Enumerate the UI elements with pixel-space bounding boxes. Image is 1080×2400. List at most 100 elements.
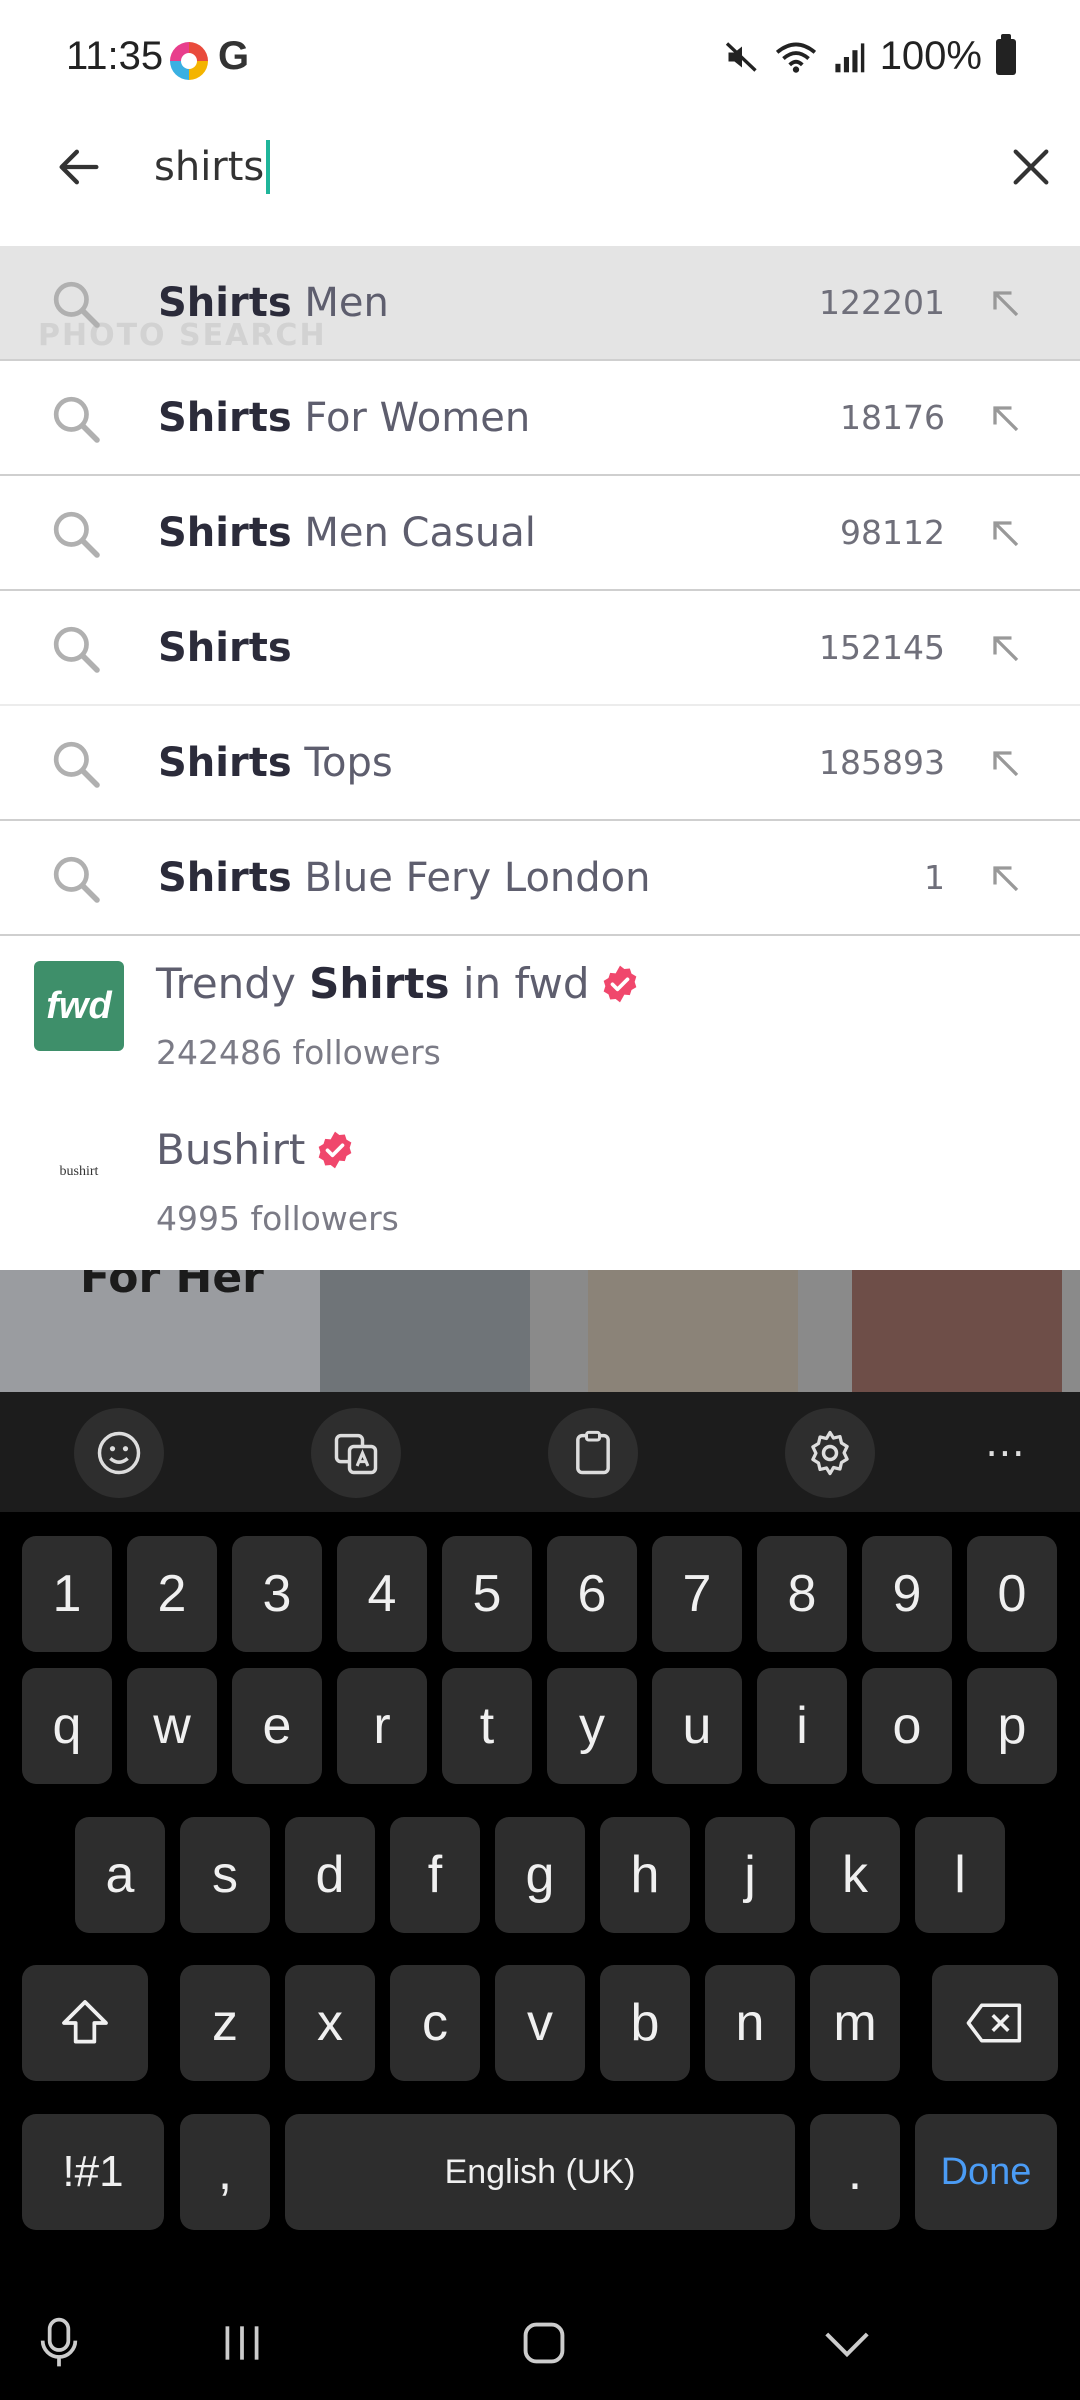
store-item[interactable]: bushirt Bushirt 4995 followers [0,1103,1080,1269]
battery-icon [996,33,1016,75]
key-o[interactable]: o [862,1668,952,1784]
symbols-key[interactable]: !#1 [22,2114,164,2230]
key-p[interactable]: p [967,1668,1057,1784]
fill-query-arrow-icon[interactable] [984,627,1028,671]
suggestion-item[interactable]: Shirts Blue Fery London 1 [0,821,1080,936]
key-t[interactable]: t [442,1668,532,1784]
keyboard-toolbar: ⋯ [0,1392,1080,1512]
hide-keyboard-button[interactable] [812,2308,882,2378]
key-h[interactable]: h [600,1817,690,1933]
back-button[interactable] [42,130,116,204]
key-r[interactable]: r [337,1668,427,1784]
shift-icon [62,2000,108,2044]
suggestion-count: 18176 [840,398,945,437]
suggestion-item[interactable]: PHOTO SEARCH Shirts Men 122201 [0,246,1080,361]
key-1[interactable]: 1 [22,1536,112,1652]
space-key[interactable]: English (UK) [285,2114,795,2230]
text-cursor [266,140,271,194]
emoji-button[interactable] [74,1408,164,1498]
suggestion-text: Shirts For Women [158,394,531,441]
background-page-preview: For Her [0,1270,1080,1392]
translate-button[interactable] [311,1408,401,1498]
fill-query-arrow-icon[interactable] [984,742,1028,786]
key-d[interactable]: d [285,1817,375,1933]
google-notification-icon: G [218,34,250,78]
home-button[interactable] [509,2308,579,2378]
key-v[interactable]: v [495,1965,585,2081]
key-g[interactable]: g [495,1817,585,1933]
key-c[interactable]: c [390,1965,480,2081]
backspace-icon [966,2003,1022,2043]
search-input[interactable]: shirts [154,130,271,204]
keyboard-settings-button[interactable] [785,1408,875,1498]
search-icon [53,626,100,673]
key-4[interactable]: 4 [337,1536,427,1652]
more-options-button[interactable]: ⋯ [960,1408,1050,1498]
fill-query-arrow-icon[interactable] [984,857,1028,901]
key-6[interactable]: 6 [547,1536,637,1652]
key-l[interactable]: l [915,1817,1005,1933]
key-5[interactable]: 5 [442,1536,532,1652]
close-icon [1013,149,1049,185]
key-e[interactable]: e [232,1668,322,1784]
clear-search-button[interactable] [994,130,1068,204]
navigation-bar [0,2282,1080,2400]
clipboard-button[interactable] [548,1408,638,1498]
key-a[interactable]: a [75,1817,165,1933]
arrow-left-icon [59,149,99,185]
key-n[interactable]: n [705,1965,795,2081]
for-her-label: For Her [80,1270,264,1303]
period-key[interactable]: . [810,2114,900,2230]
fill-query-arrow-icon[interactable] [984,282,1028,326]
product-thumbnail [852,1270,1062,1392]
key-i[interactable]: i [757,1668,847,1784]
key-k[interactable]: k [810,1817,900,1933]
app-notification-icon [170,42,208,80]
home-icon [523,2322,565,2364]
key-z[interactable]: z [180,1965,270,2081]
suggestion-item[interactable]: Shirts 152145 [0,591,1080,706]
key-x[interactable]: x [285,1965,375,2081]
store-logo: fwd [34,961,124,1051]
search-icon [53,856,100,903]
key-m[interactable]: m [810,1965,900,2081]
comma-key[interactable]: , [180,2114,270,2230]
store-item[interactable]: fwd Trendy Shirts in fwd 242486 follower… [0,937,1080,1103]
wifi-icon [775,42,816,73]
fill-query-arrow-icon[interactable] [984,512,1028,556]
key-0[interactable]: 0 [967,1536,1057,1652]
key-y[interactable]: y [547,1668,637,1784]
shift-key[interactable] [22,1965,148,2081]
key-u[interactable]: u [652,1668,742,1784]
key-7[interactable]: 7 [652,1536,742,1652]
key-8[interactable]: 8 [757,1536,847,1652]
suggestion-item[interactable]: Shirts For Women 18176 [0,361,1080,476]
status-time: 11:35 [66,34,164,78]
key-w[interactable]: w [127,1668,217,1784]
product-thumbnail [588,1270,798,1392]
key-2[interactable]: 2 [127,1536,217,1652]
search-icon [53,396,100,443]
backspace-key[interactable] [932,1965,1058,2081]
translate-icon [334,1433,378,1475]
fill-query-arrow-icon[interactable] [984,397,1028,441]
key-3[interactable]: 3 [232,1536,322,1652]
key-f[interactable]: f [390,1817,480,1933]
key-b[interactable]: b [600,1965,690,2081]
done-key[interactable]: Done [915,2114,1057,2230]
verified-badge-icon [603,965,636,1002]
verified-badge-icon [319,1131,352,1168]
voice-input-button[interactable] [24,2308,94,2378]
key-j[interactable]: j [705,1817,795,1933]
search-icon [53,511,100,558]
store-followers: 4995 followers [156,1199,399,1238]
key-q[interactable]: q [22,1668,112,1784]
recent-apps-button[interactable] [207,2308,277,2378]
gear-icon [811,1430,849,1476]
key-s[interactable]: s [180,1817,270,1933]
search-query: shirts [154,144,265,190]
suggestion-item[interactable]: Shirts Tops 185893 [0,706,1080,821]
suggestion-text: Shirts Tops [158,739,393,786]
suggestion-item[interactable]: Shirts Men Casual 98112 [0,476,1080,591]
key-9[interactable]: 9 [862,1536,952,1652]
